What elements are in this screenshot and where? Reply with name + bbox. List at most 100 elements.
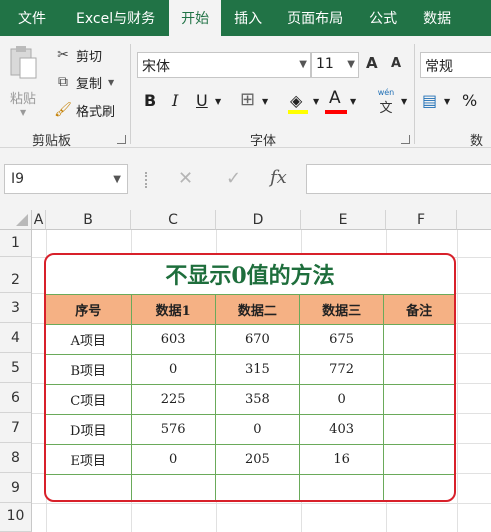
cell[interactable]: E项目 — [46, 444, 132, 475]
table-title[interactable]: 不显示0值的方法 — [46, 255, 454, 294]
font-color-dropdown-icon[interactable]: ▼ — [350, 97, 356, 106]
copy-button[interactable]: ⧉ 复制 ▼ — [54, 71, 114, 93]
header-cell[interactable]: 数据1 — [130, 294, 216, 325]
format-painter-icon: 🖌 — [54, 102, 72, 118]
underline-dropdown-icon[interactable]: ▼ — [215, 97, 221, 106]
header-cell[interactable]: 数据二 — [214, 294, 300, 325]
row-header-8[interactable]: 8 — [0, 443, 32, 473]
column-header-a[interactable]: A — [32, 210, 46, 230]
row-header-6[interactable]: 6 — [0, 383, 32, 413]
tab-home[interactable]: 开始 — [169, 0, 222, 36]
cell[interactable] — [383, 474, 454, 500]
cell[interactable]: 675 — [298, 324, 385, 355]
row-header-2[interactable]: 2 — [0, 257, 32, 293]
cancel-icon[interactable]: ✕ — [178, 168, 193, 189]
cell[interactable]: 603 — [130, 324, 216, 355]
name-box[interactable]: I9 ▼ — [4, 164, 128, 194]
column-header-g[interactable] — [457, 210, 491, 230]
resize-handle-icon[interactable] — [145, 172, 149, 188]
border-icon[interactable]: ⊞ — [240, 89, 255, 110]
column-header-b[interactable]: B — [46, 210, 131, 230]
cell[interactable] — [130, 474, 216, 500]
font-color-swatch — [325, 110, 347, 114]
copy-dropdown-icon[interactable]: ▼ — [108, 78, 114, 87]
increase-font-size-button[interactable]: A — [366, 54, 378, 72]
phonetic-dropdown-icon[interactable]: ▼ — [401, 97, 407, 106]
clipboard-launcher-icon[interactable] — [117, 135, 126, 144]
cell[interactable] — [383, 444, 454, 475]
cell[interactable]: 772 — [298, 354, 385, 385]
row-header-3[interactable]: 3 — [0, 293, 32, 323]
cell[interactable]: 0 — [298, 384, 385, 415]
border-dropdown-icon[interactable]: ▼ — [262, 97, 268, 106]
cell[interactable] — [298, 474, 385, 500]
tab-data[interactable]: 数据 — [411, 0, 463, 36]
column-header-e[interactable]: E — [301, 210, 386, 230]
cell[interactable]: 576 — [130, 414, 216, 445]
row-header-9[interactable]: 9 — [0, 473, 32, 503]
column-header-c[interactable]: C — [131, 210, 216, 230]
cell[interactable]: 670 — [214, 324, 300, 355]
cell[interactable]: D项目 — [46, 414, 132, 445]
insert-function-button[interactable]: fx — [270, 167, 287, 188]
phonetic-guide-button[interactable]: wén 文 — [376, 88, 396, 116]
accounting-dropdown-icon[interactable]: ▼ — [444, 97, 450, 106]
enter-icon[interactable]: ✓ — [226, 168, 241, 189]
cell[interactable]: A项目 — [46, 324, 132, 355]
italic-button[interactable]: I — [172, 91, 178, 110]
tab-formulas[interactable]: 公式 — [355, 0, 411, 36]
cell[interactable]: 0 — [130, 354, 216, 385]
cell[interactable] — [383, 384, 454, 415]
cell[interactable]: 205 — [214, 444, 300, 475]
header-cell[interactable]: 序号 — [46, 294, 132, 325]
font-launcher-icon[interactable] — [401, 135, 410, 144]
cell[interactable] — [383, 354, 454, 385]
tab-insert[interactable]: 插入 — [221, 0, 275, 36]
paste-dropdown-icon[interactable]: ▼ — [20, 108, 26, 117]
cut-button[interactable]: ✂ 剪切 — [54, 44, 102, 66]
header-cell[interactable]: 数据三 — [298, 294, 385, 325]
phonetic-bottom: 文 — [379, 101, 393, 116]
cell[interactable] — [383, 414, 454, 445]
cell[interactable] — [383, 324, 454, 355]
cell[interactable]: 315 — [214, 354, 300, 385]
font-name-select[interactable]: 宋体 ▼ — [137, 52, 311, 78]
font-color-button[interactable]: A — [329, 88, 341, 108]
number-format-select[interactable]: 常规 — [420, 52, 491, 78]
gridline — [32, 503, 491, 504]
cell[interactable]: 403 — [298, 414, 385, 445]
cell[interactable]: C项目 — [46, 384, 132, 415]
tab-file[interactable]: 文件 — [0, 0, 62, 36]
cell[interactable] — [214, 474, 300, 500]
cell[interactable]: 0 — [130, 444, 216, 475]
column-header-f[interactable]: F — [386, 210, 457, 230]
fill-color-dropdown-icon[interactable]: ▼ — [313, 97, 319, 106]
font-size-select[interactable]: 11 ▼ — [311, 52, 359, 78]
bold-button[interactable]: B — [144, 91, 156, 110]
row-header-5[interactable]: 5 — [0, 353, 32, 383]
fill-color-icon[interactable]: ◈ — [290, 91, 302, 110]
row-header-4[interactable]: 4 — [0, 323, 32, 353]
data-table: 序号 数据1 数据二 数据三 备注 A项目 603 670 675 B项目 0 … — [46, 294, 454, 500]
select-all-button[interactable] — [0, 210, 32, 230]
cell[interactable]: 0 — [214, 414, 300, 445]
cell[interactable]: 225 — [130, 384, 216, 415]
percent-style-button[interactable]: % — [462, 91, 477, 110]
underline-button[interactable]: U — [196, 91, 208, 110]
formula-input[interactable] — [306, 164, 491, 194]
tab-page-layout[interactable]: 页面布局 — [275, 0, 355, 36]
cell[interactable]: 358 — [214, 384, 300, 415]
decrease-font-size-button[interactable]: A — [391, 56, 401, 71]
cell[interactable]: 16 — [298, 444, 385, 475]
row-header-7[interactable]: 7 — [0, 413, 32, 443]
column-header-d[interactable]: D — [216, 210, 301, 230]
tab-excel-finance[interactable]: Excel与财务 — [62, 0, 169, 36]
row-header-10[interactable]: 10 — [0, 503, 32, 532]
cell[interactable]: B项目 — [46, 354, 132, 385]
format-painter-button[interactable]: 🖌 格式刷 — [54, 99, 115, 121]
header-cell[interactable]: 备注 — [383, 294, 454, 325]
table-row — [46, 474, 454, 500]
row-header-1[interactable]: 1 — [0, 230, 32, 257]
accounting-format-icon[interactable]: ▤ — [422, 91, 437, 110]
cell[interactable] — [46, 474, 132, 500]
